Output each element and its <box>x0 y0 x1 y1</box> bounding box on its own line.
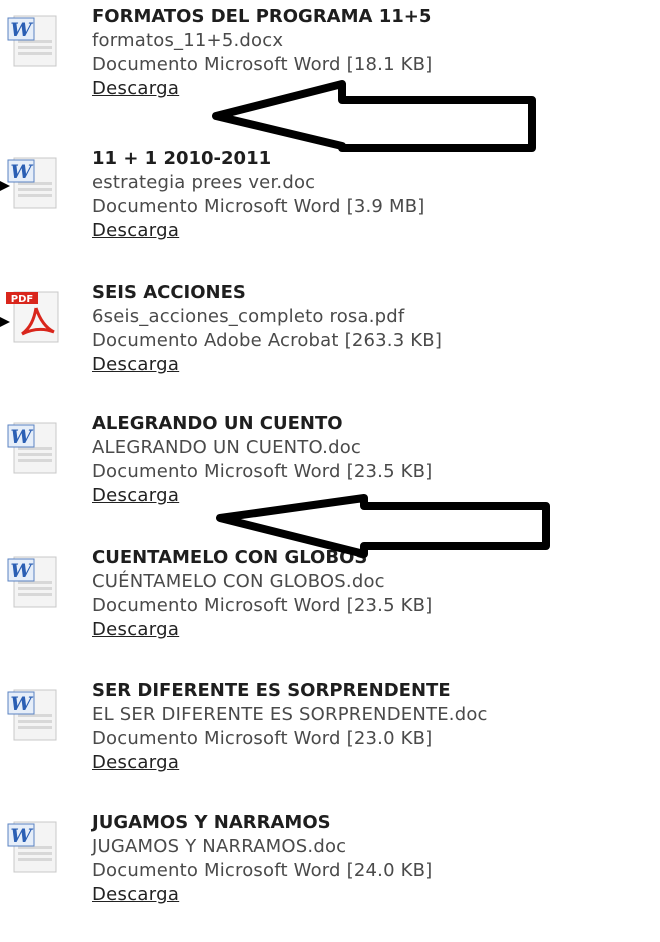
word-doc-icon[interactable]: W <box>4 684 66 746</box>
download-item: W 11 + 1 2010-2011 estrategia prees ver.… <box>0 148 660 278</box>
download-link[interactable]: Descarga <box>92 752 179 776</box>
item-filename: JUGAMOS Y NARRAMOS.doc <box>92 836 347 857</box>
download-item: PDF SEIS ACCIONES 6seis_acciones_complet… <box>0 282 660 412</box>
item-title: ALEGRANDO UN CUENTO <box>92 413 343 434</box>
download-link[interactable]: Descarga <box>92 884 179 908</box>
download-item: W SER DIFERENTE ES SORPRENDENTE EL SER D… <box>0 680 660 810</box>
download-link[interactable]: Descarga <box>92 619 179 643</box>
annotation-bullet-icon <box>0 178 14 192</box>
item-size: [23.0 KB] <box>346 728 433 749</box>
download-link[interactable]: Descarga <box>92 485 179 509</box>
svg-text:W: W <box>10 825 33 847</box>
item-title: JUGAMOS Y NARRAMOS <box>92 812 331 833</box>
item-filename: formatos_11+5.docx <box>92 30 284 51</box>
item-type: Documento Microsoft Word <box>92 196 341 217</box>
svg-text:W: W <box>10 560 33 582</box>
item-type: Documento Adobe Acrobat <box>92 330 339 351</box>
download-list: W FORMATOS DEL PROGRAMA 11+5 formatos_11… <box>0 0 660 923</box>
item-title: FORMATOS DEL PROGRAMA 11+5 <box>92 6 432 27</box>
item-text: 11 + 1 2010-2011 estrategia prees ver.do… <box>92 148 658 244</box>
item-size: [18.1 KB] <box>346 54 433 75</box>
item-text: JUGAMOS Y NARRAMOS JUGAMOS Y NARRAMOS.do… <box>92 812 658 908</box>
item-text: SER DIFERENTE ES SORPRENDENTE EL SER DIF… <box>92 680 658 776</box>
svg-text:PDF: PDF <box>11 294 33 305</box>
annotation-arrow-icon <box>216 494 550 558</box>
item-size: [263.3 KB] <box>344 330 443 351</box>
item-type: Documento Microsoft Word <box>92 860 341 881</box>
word-doc-icon[interactable]: W <box>4 10 66 72</box>
item-title: SEIS ACCIONES <box>92 282 246 303</box>
item-size: [23.5 KB] <box>346 461 433 482</box>
item-type: Documento Microsoft Word <box>92 461 341 482</box>
svg-text:W: W <box>10 426 33 448</box>
item-type: Documento Microsoft Word <box>92 595 341 616</box>
download-link[interactable]: Descarga <box>92 78 179 102</box>
item-filename: 6seis_acciones_completo rosa.pdf <box>92 306 405 327</box>
annotation-arrow-icon <box>212 80 536 152</box>
item-text: SEIS ACCIONES 6seis_acciones_completo ro… <box>92 282 658 378</box>
item-type: Documento Microsoft Word <box>92 54 341 75</box>
item-title: SER DIFERENTE ES SORPRENDENTE <box>92 680 451 701</box>
word-doc-icon[interactable]: W <box>4 551 66 613</box>
svg-text:W: W <box>10 19 33 41</box>
item-size: [24.0 KB] <box>346 860 433 881</box>
item-size: [3.9 MB] <box>346 196 425 217</box>
svg-text:W: W <box>10 693 33 715</box>
item-filename: estrategia prees ver.doc <box>92 172 316 193</box>
download-link[interactable]: Descarga <box>92 354 179 378</box>
item-filename: CUÉNTAMELO CON GLOBOS.doc <box>92 571 385 592</box>
item-type: Documento Microsoft Word <box>92 728 341 749</box>
download-link[interactable]: Descarga <box>92 220 179 244</box>
download-item: W CUENTAMELO CON GLOBOS CUÉNTAMELO CON G… <box>0 547 660 677</box>
item-filename: ALEGRANDO UN CUENTO.doc <box>92 437 362 458</box>
item-filename: EL SER DIFERENTE ES SORPRENDENTE.doc <box>92 704 488 725</box>
word-doc-icon[interactable]: W <box>4 417 66 479</box>
annotation-bullet-icon <box>0 314 14 328</box>
item-size: [23.5 KB] <box>346 595 433 616</box>
word-doc-icon[interactable]: W <box>4 816 66 878</box>
